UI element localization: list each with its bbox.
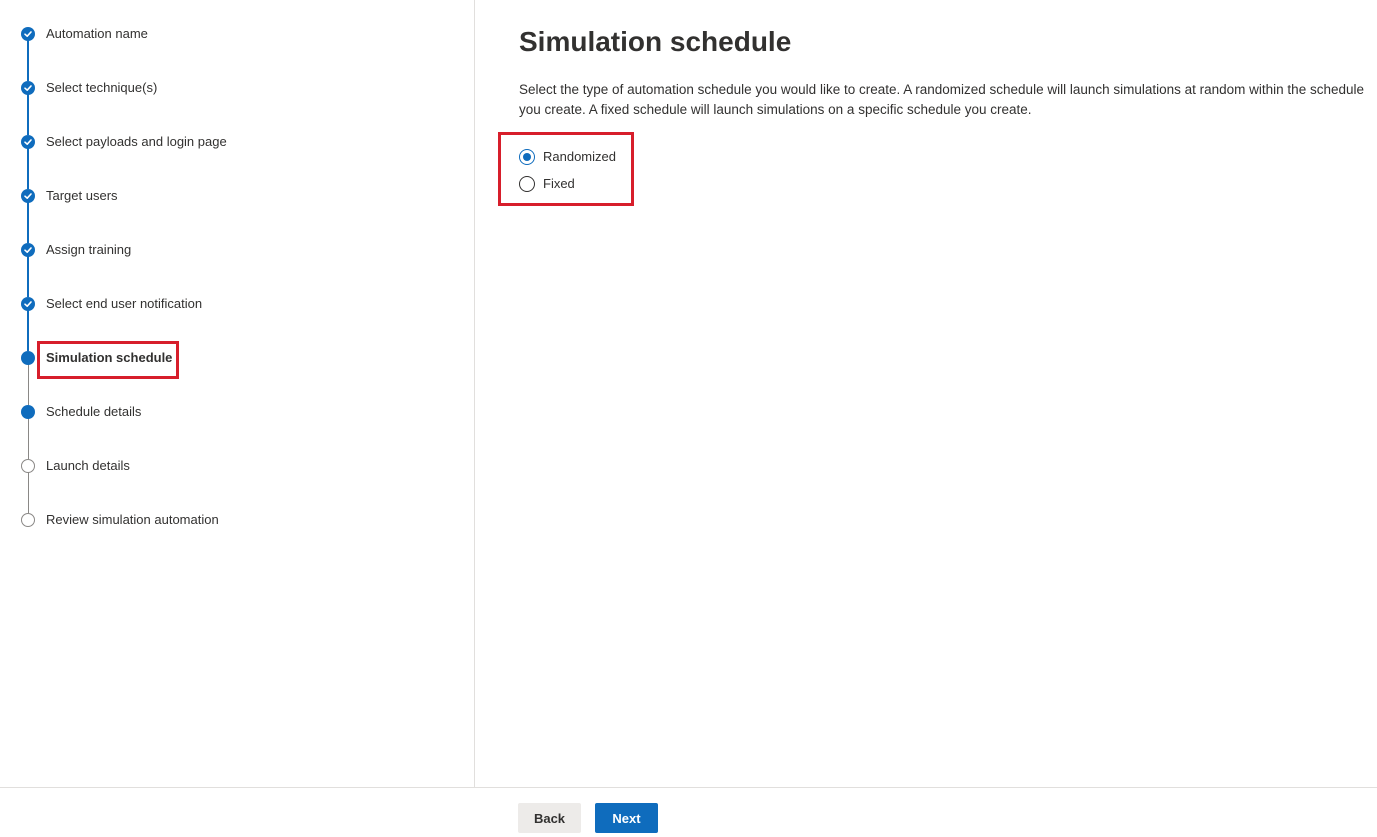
checkmark-circle-icon [21, 243, 35, 257]
filled-circle-icon [21, 351, 35, 365]
radio-fixed[interactable]: Fixed [519, 174, 629, 194]
page-description: Select the type of automation schedule y… [519, 82, 1364, 117]
empty-circle-icon [21, 513, 35, 527]
step-select-techniques[interactable]: Select technique(s) [0, 80, 475, 135]
step-connector [27, 364, 29, 405]
step-label: Select technique(s) [46, 80, 158, 95]
radio-label[interactable]: Fixed [543, 176, 575, 192]
step-label: Automation name [46, 26, 148, 41]
step-connector [27, 148, 29, 189]
checkmark-circle-icon [21, 27, 35, 41]
step-connector [27, 256, 29, 297]
step-label: Assign training [46, 242, 132, 257]
wizard-footer: Back Next [0, 787, 1377, 837]
step-schedule-details[interactable]: Schedule details [0, 404, 475, 459]
step-label: Launch details [46, 458, 130, 473]
step-target-users[interactable]: Target users [0, 188, 475, 243]
back-button[interactable]: Back [518, 803, 581, 833]
radio-unselected-icon[interactable] [519, 176, 535, 192]
checkmark-circle-icon [21, 81, 35, 95]
step-connector [27, 94, 29, 135]
schedule-type-radio-group: Randomized Fixed [498, 132, 634, 206]
checkmark-circle-icon [21, 135, 35, 149]
step-launch-details[interactable]: Launch details [0, 458, 475, 513]
step-label: Review simulation automation [46, 512, 219, 527]
highlight-box-current-step [37, 341, 179, 379]
radio-randomized[interactable]: Randomized [519, 147, 629, 167]
step-connector [27, 310, 29, 351]
step-label: Target users [46, 188, 118, 203]
step-select-payloads[interactable]: Select payloads and login page [0, 134, 475, 189]
step-connector [27, 418, 29, 459]
step-label: Schedule details [46, 404, 142, 419]
wizard-stepper: Automation name Select technique(s) Sele… [0, 0, 475, 787]
step-review-simulation-automation[interactable]: Review simulation automation [0, 512, 475, 567]
checkmark-circle-icon [21, 189, 35, 203]
step-assign-training[interactable]: Assign training [0, 242, 475, 297]
step-label: Select payloads and login page [46, 134, 227, 149]
radio-selected-icon[interactable] [519, 149, 535, 165]
wizard-window: Automation name Select technique(s) Sele… [0, 0, 1377, 837]
step-connector [27, 202, 29, 243]
filled-circle-icon [21, 405, 35, 419]
main-content: Simulation schedule Select the type of a… [476, 0, 1377, 787]
step-connector [27, 40, 29, 81]
page-title: Simulation schedule [519, 26, 792, 57]
next-button[interactable]: Next [595, 803, 658, 833]
step-automation-name[interactable]: Automation name [0, 26, 475, 81]
step-label: Select end user notification [46, 296, 203, 311]
empty-circle-icon [21, 459, 35, 473]
radio-label[interactable]: Randomized [543, 149, 616, 165]
checkmark-circle-icon [21, 297, 35, 311]
step-connector [27, 472, 29, 513]
